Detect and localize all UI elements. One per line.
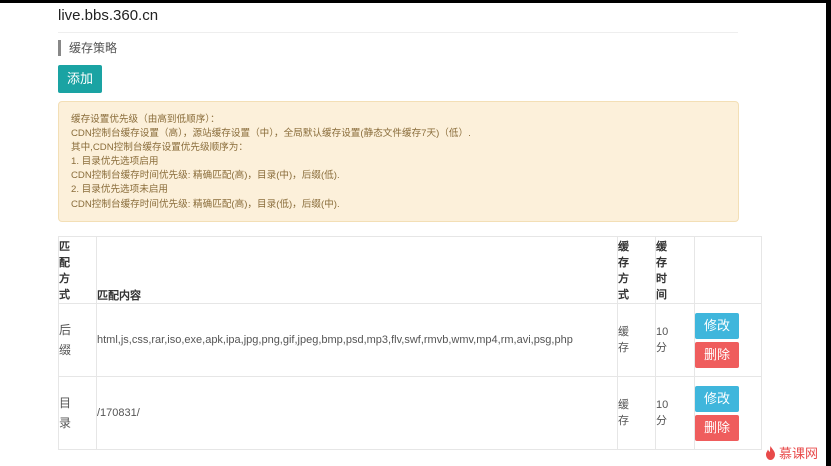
flame-icon — [765, 445, 775, 460]
cell-actions: 修改 删除 — [694, 303, 762, 377]
notice-line: CDN控制台缓存时间优先级: 精确匹配(高)，目录(低)，后缀(中). — [71, 198, 340, 210]
cell-actions: 修改 删除 — [694, 376, 762, 450]
header-match-type: 匹配方式 — [58, 236, 97, 304]
screen: live.bbs.360.cn 缓存策略 添加 缓存设置优先级（由高到低顺序）：… — [0, 3, 826, 466]
header-cache-time-label: 缓存时间 — [656, 241, 667, 301]
section-title: 缓存策略 — [58, 40, 117, 56]
match-type-value: 目录 — [59, 396, 72, 430]
watermark: 慕课网 — [765, 443, 818, 462]
table-header-row: 匹配方式 匹配内容 缓存方式 缓存时间 — [58, 236, 762, 304]
divider — [58, 32, 738, 33]
cell-match-content: html,js,css,rar,iso,exe,apk,ipa,jpg,png,… — [96, 303, 618, 377]
cache-priority-notice: 缓存设置优先级（由高到低顺序）： CDN控制台缓存设置（高），源站缓存设置（中）… — [58, 101, 739, 222]
cache-time-value: 10分 — [656, 326, 669, 354]
cell-match-type: 目录 — [58, 376, 97, 450]
notice-line: 2. 目录优先选项未启用 — [71, 184, 169, 196]
notice-line: CDN控制台缓存设置（高），源站缓存设置（中），全局默认缓存设置(静态文件缓存7… — [71, 128, 471, 140]
cache-time-value: 10分 — [656, 399, 669, 427]
cache-mode-value: 缓存 — [618, 326, 629, 354]
cell-cache-mode: 缓存 — [617, 376, 656, 450]
cell-cache-mode: 缓存 — [617, 303, 656, 377]
edit-button[interactable]: 修改 — [695, 312, 739, 339]
edit-button[interactable]: 修改 — [695, 385, 739, 412]
add-button[interactable]: 添加 — [58, 65, 102, 93]
notice-line: CDN控制台缓存时间优先级: 精确匹配(高)，目录(中)，后缀(低). — [71, 170, 340, 182]
domain-title: live.bbs.360.cn — [58, 7, 159, 24]
notice-line: 1. 目录优先选项启用 — [71, 156, 159, 168]
header-cache-mode-label: 缓存方式 — [618, 241, 629, 301]
cache-mode-value: 缓存 — [618, 399, 629, 427]
header-cache-time: 缓存时间 — [655, 236, 695, 304]
delete-button[interactable]: 删除 — [695, 341, 739, 368]
notice-line: 缓存设置优先级（由高到低顺序）： — [71, 114, 220, 125]
table-row: 后缀 html,js,css,rar,iso,exe,apk,ipa,jpg,p… — [58, 303, 762, 377]
cache-rules-table: 匹配方式 匹配内容 缓存方式 缓存时间 后缀 html,js,css,rar,i… — [58, 236, 762, 450]
header-actions — [694, 236, 762, 304]
header-match-content: 匹配内容 — [96, 236, 618, 304]
header-match-content-label: 匹配内容 — [97, 290, 141, 302]
header-cache-mode: 缓存方式 — [617, 236, 656, 304]
notice-line: 其中,CDN控制台缓存设置优先级顺序为： — [71, 142, 248, 154]
cell-match-type: 后缀 — [58, 303, 97, 377]
table-row: 目录 /170831/ 缓存 10分 修改 删除 — [58, 376, 762, 450]
delete-button[interactable]: 删除 — [695, 414, 739, 441]
cell-cache-time: 10分 — [655, 303, 695, 377]
match-type-value: 后缀 — [59, 323, 72, 357]
cell-cache-time: 10分 — [655, 376, 695, 450]
watermark-text: 慕课网 — [778, 446, 818, 461]
header-match-type-label: 匹配方式 — [59, 241, 70, 301]
cell-match-content: /170831/ — [96, 376, 618, 450]
